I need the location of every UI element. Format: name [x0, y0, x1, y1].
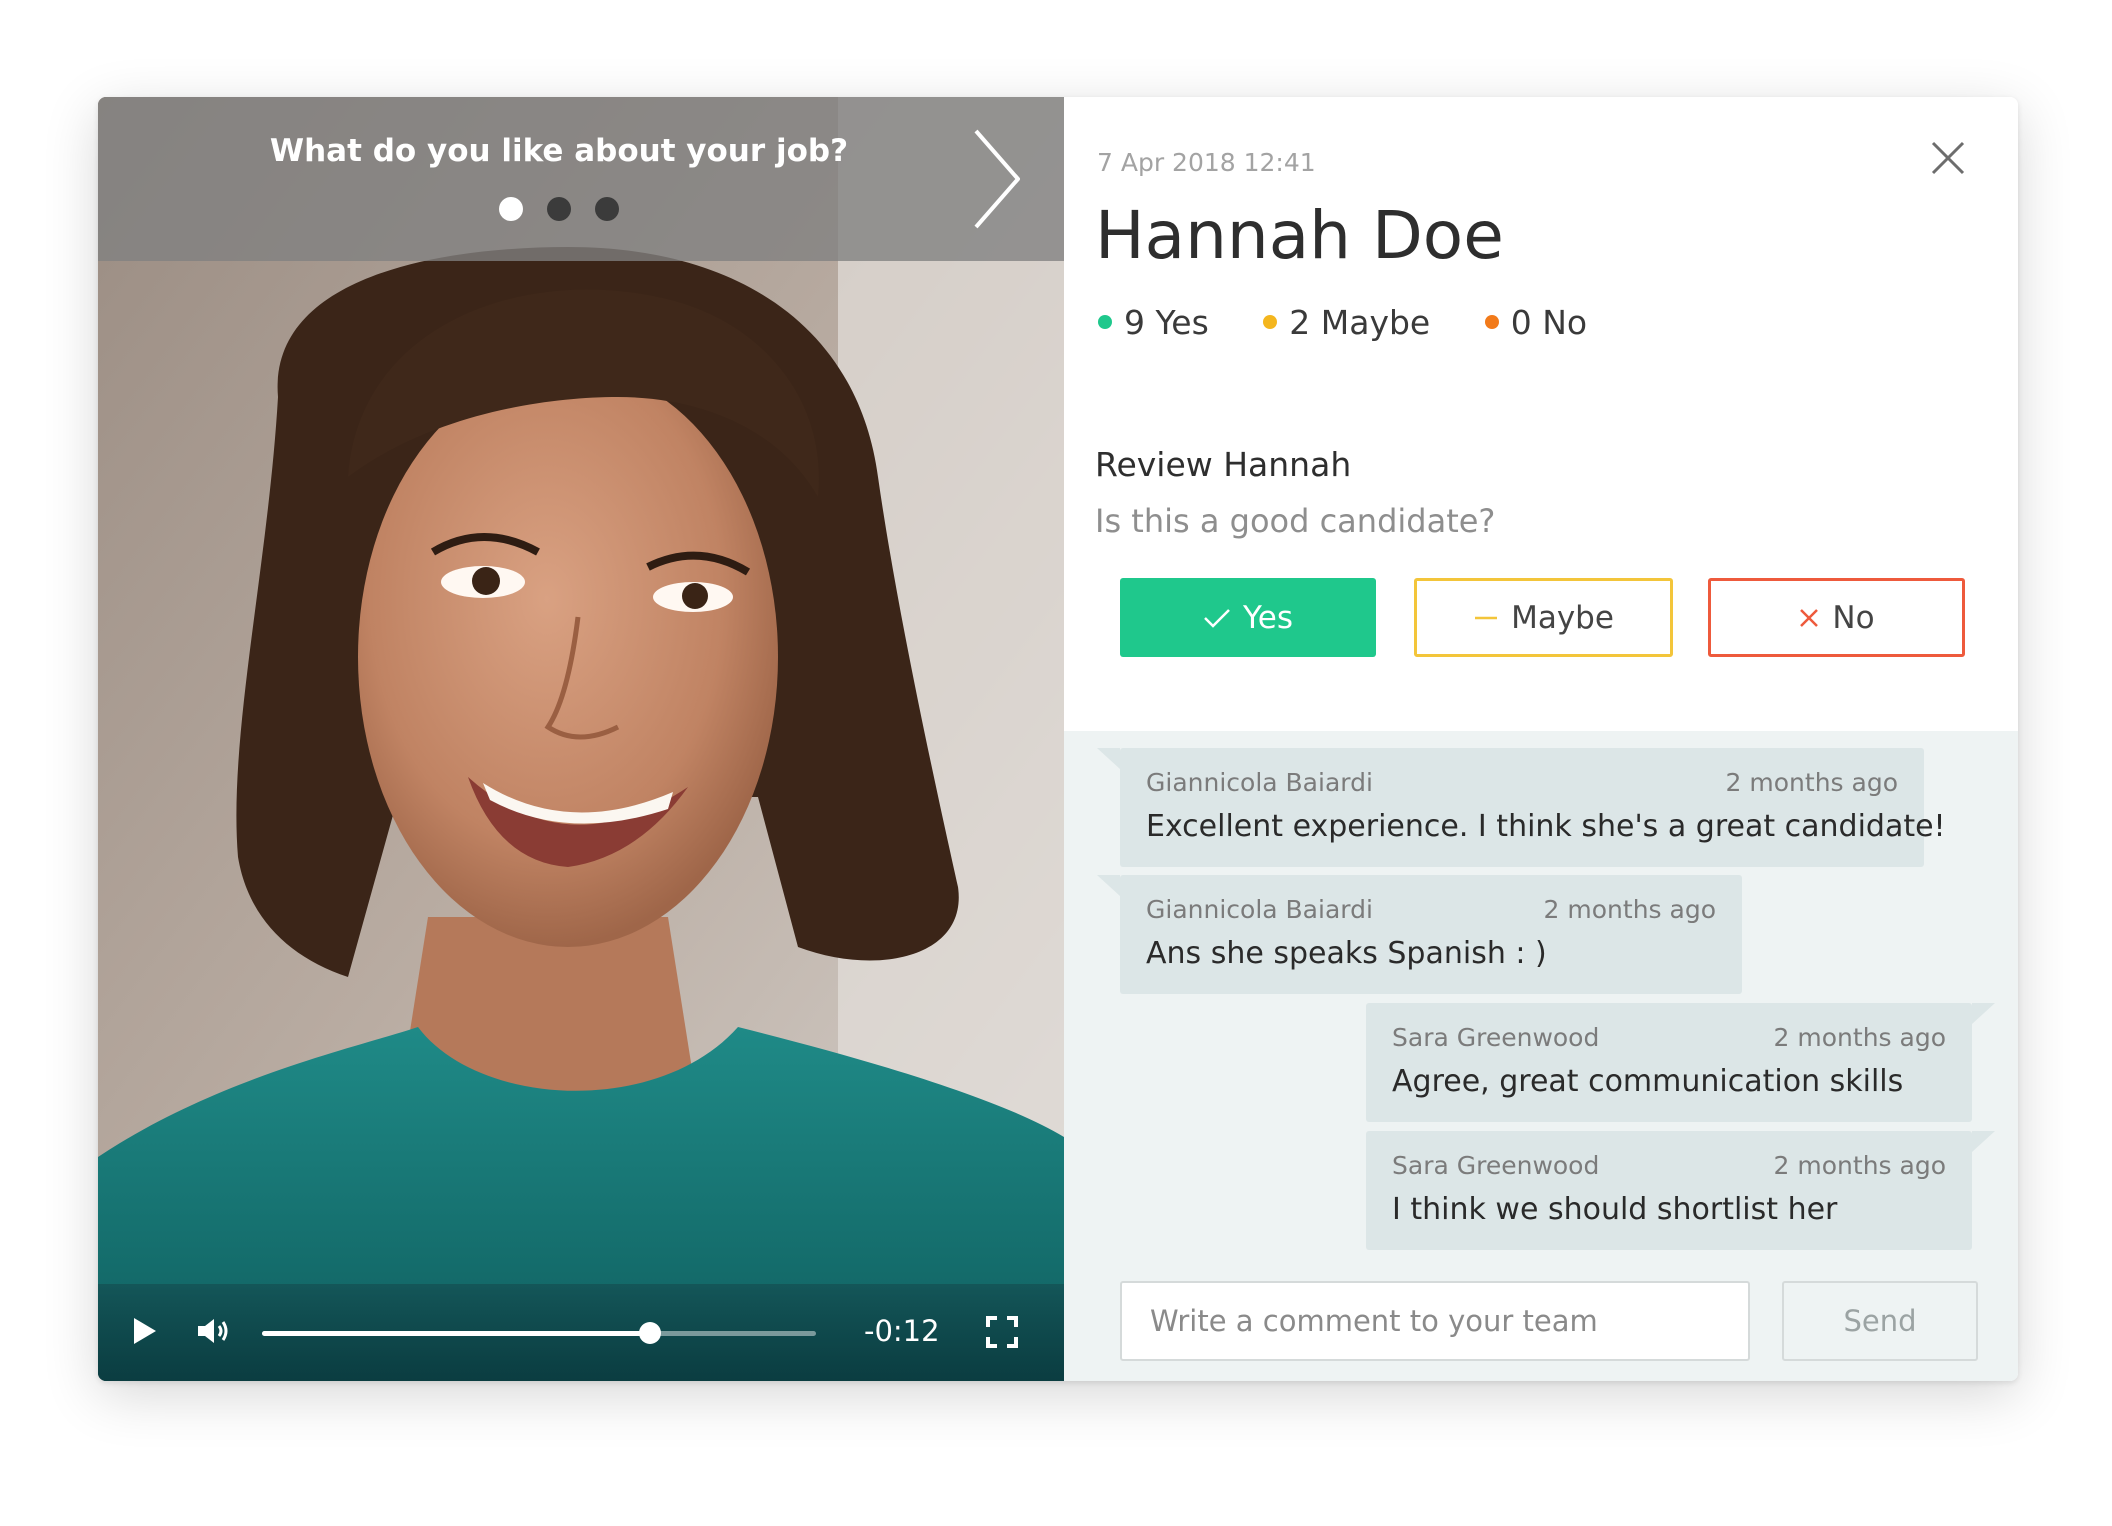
- comment-author: Sara Greenwood: [1392, 1023, 1600, 1052]
- question-pagination: [98, 197, 1020, 225]
- candidate-review-card: What do you like about your job? -0:12 7…: [98, 97, 2018, 1381]
- candidate-name: Hannah Doe: [1095, 197, 1504, 274]
- comment-bubble: Sara Greenwood 2 months ago Agree, great…: [1366, 1003, 1995, 1122]
- vote-no-button[interactable]: No: [1708, 578, 1965, 657]
- video-progress-handle[interactable]: [638, 1322, 661, 1344]
- check-icon: [1204, 608, 1230, 628]
- yes-status-dot: [1098, 314, 1112, 329]
- vote-yes-label: Yes: [1242, 599, 1294, 636]
- vote-tally: 9 Yes 2 Maybe 0 No: [1098, 303, 1631, 342]
- review-panel: 7 Apr 2018 12:41 Hannah Doe 9 Yes 2 Mayb…: [1064, 97, 2018, 1381]
- tally-maybe: 2 Maybe: [1263, 303, 1430, 342]
- dash-icon: [1475, 616, 1498, 619]
- question-dot-1[interactable]: [499, 197, 523, 221]
- vote-maybe-button[interactable]: Maybe: [1414, 578, 1673, 657]
- bubble-tail: [1972, 1131, 1995, 1152]
- comment-bubble: Giannicola Baiardi 2 months ago Excellen…: [1097, 748, 1946, 867]
- tally-no: 0 No: [1484, 303, 1588, 342]
- comment-time: 2 months ago: [1543, 895, 1716, 924]
- comment-author: Giannicola Baiardi: [1146, 768, 1373, 797]
- volume-icon[interactable]: [196, 1316, 230, 1346]
- video-player[interactable]: What do you like about your job? -0:12: [98, 97, 1064, 1381]
- no-status-dot: [1484, 314, 1499, 329]
- comment-text: I think we should shortlist her: [1392, 1192, 1838, 1227]
- comment-bubble: Giannicola Baiardi 2 months ago Ans she …: [1097, 875, 1742, 994]
- tally-maybe-label: 2 Maybe: [1289, 303, 1431, 342]
- fullscreen-icon[interactable]: [986, 1316, 1018, 1348]
- cross-icon: [1800, 608, 1819, 627]
- comment-bubble: Sara Greenwood 2 months ago I think we s…: [1366, 1131, 1995, 1250]
- question-dot-2[interactable]: [547, 197, 571, 221]
- send-button[interactable]: Send: [1782, 1281, 1978, 1361]
- review-title: Review Hannah: [1095, 445, 1352, 484]
- bubble-tail: [1097, 748, 1120, 769]
- tally-yes: 9 Yes: [1098, 303, 1209, 342]
- comment-text: Ans she speaks Spanish : ): [1146, 936, 1547, 971]
- tally-no-label: 0 No: [1510, 303, 1588, 342]
- comment-time: 2 months ago: [1773, 1151, 1946, 1180]
- submission-date: 7 Apr 2018 12:41: [1097, 148, 1316, 177]
- vote-maybe-label: Maybe: [1511, 599, 1614, 636]
- tally-yes-label: 9 Yes: [1124, 303, 1209, 342]
- vote-no-label: No: [1832, 599, 1875, 636]
- vote-yes-button[interactable]: Yes: [1120, 578, 1376, 657]
- comment-author: Giannicola Baiardi: [1146, 895, 1373, 924]
- comment-time: 2 months ago: [1725, 768, 1898, 797]
- video-question: What do you like about your job?: [269, 133, 849, 169]
- comment-text: Agree, great communication skills: [1392, 1064, 1904, 1099]
- close-icon[interactable]: [1927, 137, 1969, 179]
- maybe-status-dot: [1263, 314, 1278, 329]
- review-question: Is this a good candidate?: [1095, 502, 1496, 540]
- play-icon[interactable]: [132, 1316, 158, 1346]
- time-remaining: -0:12: [864, 1314, 940, 1348]
- candidate-video-frame: [98, 97, 1064, 1381]
- chevron-right-icon[interactable]: [970, 127, 1026, 231]
- video-progress-track[interactable]: [262, 1322, 816, 1344]
- question-dot-3[interactable]: [595, 197, 619, 221]
- bubble-tail: [1972, 1003, 1995, 1024]
- video-controls: -0:12: [98, 1284, 1064, 1381]
- comment-author: Sara Greenwood: [1392, 1151, 1600, 1180]
- video-progress-fill: [262, 1331, 650, 1336]
- comment-input[interactable]: [1120, 1281, 1750, 1361]
- bubble-tail: [1097, 875, 1120, 896]
- comment-time: 2 months ago: [1773, 1023, 1946, 1052]
- question-banner: What do you like about your job?: [98, 97, 1064, 261]
- comment-text: Excellent experience. I think she's a gr…: [1146, 809, 1946, 844]
